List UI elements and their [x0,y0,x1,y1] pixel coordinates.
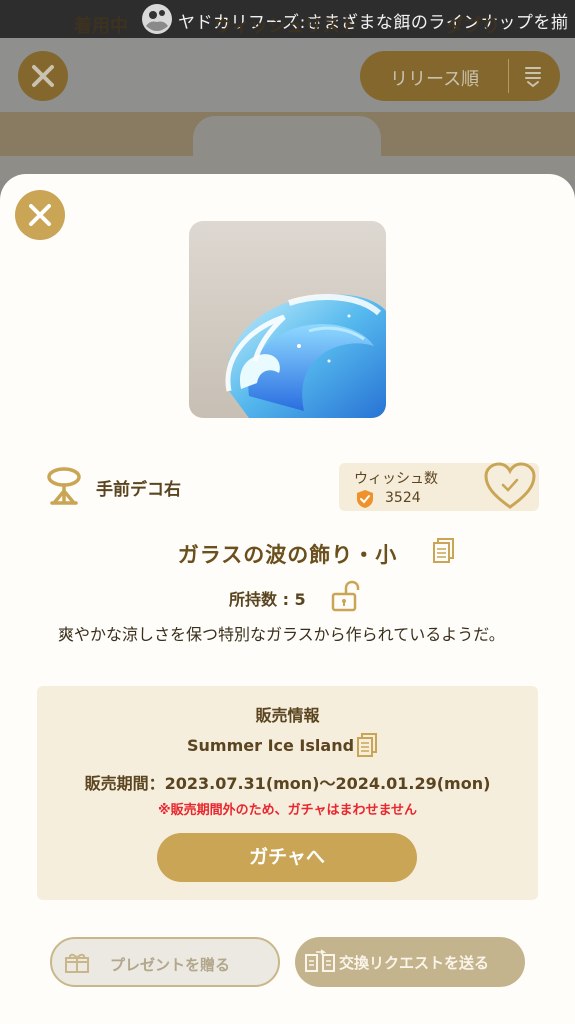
trade-request-label: 交換リクエストを送る [339,954,490,972]
background-close-button [18,51,68,101]
sort-icon [525,67,541,88]
gift-icon [65,953,89,973]
sales-warning: ※販売期間外のため、ガチャはまわせません [157,803,418,818]
item-category: 手前デコ右 [46,467,181,507]
gacha-button[interactable]: ガチャへ [157,833,417,882]
tab-wearing: 着用中 [74,16,128,37]
hermit-crab-avatar-icon [142,4,172,34]
sales-info-panel: 販売情報 Summer Ice Island 販売期間：2023.07.31(m… [37,686,538,900]
item-image [189,221,386,418]
unlock-icon[interactable] [330,580,362,612]
trade-request-button[interactable]: 交換リクエストを送る [295,937,525,987]
tab-duplicates: ダブり [446,16,500,37]
close-button[interactable] [15,190,65,240]
sort-label: リリース順 [390,69,480,90]
wish-label: ウィッシュ数 [354,471,438,487]
category-label: 手前デコ右 [96,479,181,500]
sales-event-name: Summer Ice Island [187,736,355,755]
sales-period: 販売期間：2023.07.31(mon)～2024.01.29(mon) [84,774,491,793]
mannequin-icon [47,467,81,505]
close-icon [29,204,51,226]
send-present-label: プレゼントを贈る [110,956,231,974]
sales-info-heading: 販売情報 [255,706,320,725]
copy-icon[interactable] [433,538,455,564]
close-icon [32,65,54,87]
background-sort-button: リリース順 [360,51,560,101]
exchange-icon [305,949,335,972]
copy-icon[interactable] [357,733,377,757]
tab-wishlist: ウィッシュリスト [214,16,358,37]
glass-wave-image [225,294,386,418]
heart-check-icon[interactable] [483,461,537,511]
shield-icon [357,490,373,508]
wish-count: 3524 [385,490,421,506]
owned-count: 所持数 : 5 [229,590,306,609]
item-description: 爽やかな涼しさを保つ特別なガラスから作られているようだ。 [58,625,505,644]
item-name: ガラスの波の飾り・小 [177,543,398,567]
item-title-row: ガラスの波の飾り・小 [0,535,575,569]
send-present-button[interactable]: プレゼントを贈る [50,937,280,987]
